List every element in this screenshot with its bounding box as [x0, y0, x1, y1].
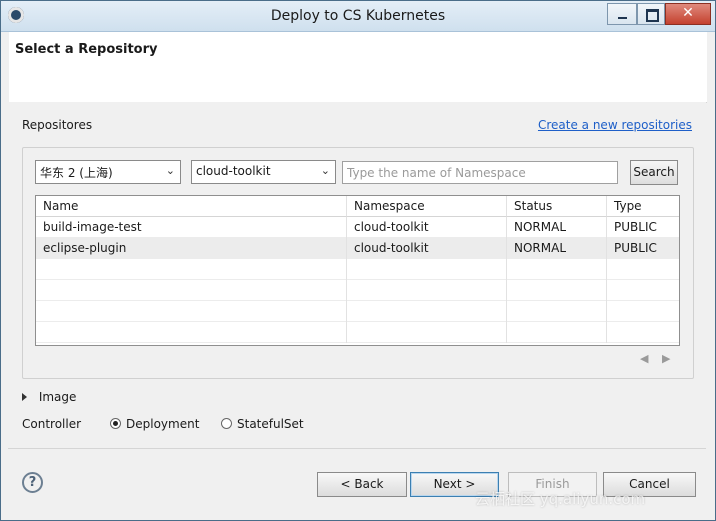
repository-table[interactable]: Name Namespace Status Type build-image-t…	[35, 195, 680, 346]
image-section-toggle[interactable]: Image	[22, 390, 76, 404]
title-bar: Deploy to CS Kubernetes ✕	[1, 1, 715, 32]
cell-status: NORMAL	[507, 217, 607, 238]
wizard-content: Repositores Create a new repositories 华东…	[8, 102, 706, 447]
radio-deployment-label: Deployment	[126, 417, 200, 431]
pagination: ◀ ▶	[640, 352, 680, 365]
minimize-icon[interactable]	[607, 3, 637, 25]
cell-name: build-image-test	[36, 217, 347, 238]
chevron-down-icon: ⌄	[320, 164, 330, 177]
table-header: Name Namespace Status Type	[36, 196, 679, 217]
image-section-label: Image	[38, 390, 77, 404]
empty-row	[36, 322, 679, 343]
watermark: 云栖社区 yq.aliyun.com	[475, 490, 646, 508]
back-button[interactable]: < Back	[317, 472, 407, 497]
region-select-value: 华东 2 (上海)	[40, 166, 113, 180]
wizard-header: Select a Repository	[9, 32, 707, 103]
help-icon[interactable]: ?	[22, 472, 43, 493]
cell-type: PUBLIC	[614, 241, 657, 255]
search-button[interactable]: Search	[630, 160, 678, 185]
footer-divider	[8, 448, 706, 449]
repository-group: 华东 2 (上海) ⌄ cloud-toolkit ⌄ Search Name …	[22, 147, 694, 379]
column-header-namespace[interactable]: Namespace	[347, 196, 507, 217]
close-icon: ✕	[682, 5, 694, 21]
table-row[interactable]: build-image-test cloud-toolkit NORMAL PU…	[36, 217, 679, 238]
page-title: Select a Repository	[15, 42, 158, 57]
column-header-name[interactable]: Name	[36, 196, 347, 217]
empty-row	[36, 280, 679, 301]
cell-namespace: cloud-toolkit	[347, 217, 507, 238]
radio-checked-icon	[110, 418, 121, 429]
column-header-type[interactable]: Type	[607, 196, 679, 217]
close-button[interactable]: ✕	[665, 3, 711, 25]
column-header-status[interactable]: Status	[507, 196, 607, 217]
controller-label: Controller	[22, 417, 82, 431]
region-select[interactable]: 华东 2 (上海) ⌄	[35, 160, 181, 184]
chevron-down-icon: ⌄	[165, 164, 175, 177]
namespace-select-value: cloud-toolkit	[196, 164, 271, 178]
namespace-select[interactable]: cloud-toolkit ⌄	[191, 160, 336, 184]
namespace-search-input[interactable]	[342, 161, 618, 184]
cell-status: NORMAL	[507, 238, 607, 259]
empty-row	[36, 259, 679, 280]
radio-unchecked-icon	[221, 418, 232, 429]
maximize-icon[interactable]	[637, 3, 665, 25]
next-page-icon[interactable]: ▶	[662, 352, 670, 365]
empty-row	[36, 301, 679, 322]
radio-statefulset-label: StatefulSet	[237, 417, 304, 431]
expand-triangle-icon	[22, 393, 27, 401]
repositories-label: Repositores	[22, 118, 93, 132]
table-row[interactable]: eclipse-plugin cloud-toolkit NORMAL PUBL…	[36, 238, 679, 259]
cell-name: eclipse-plugin	[36, 238, 347, 259]
cell-type: PUBLIC	[614, 220, 657, 234]
controller-row: Controller Deployment StatefulSet	[22, 417, 304, 431]
cell-namespace: cloud-toolkit	[347, 238, 507, 259]
create-repository-link[interactable]: Create a new repositories	[538, 118, 692, 132]
prev-page-icon[interactable]: ◀	[640, 352, 648, 365]
